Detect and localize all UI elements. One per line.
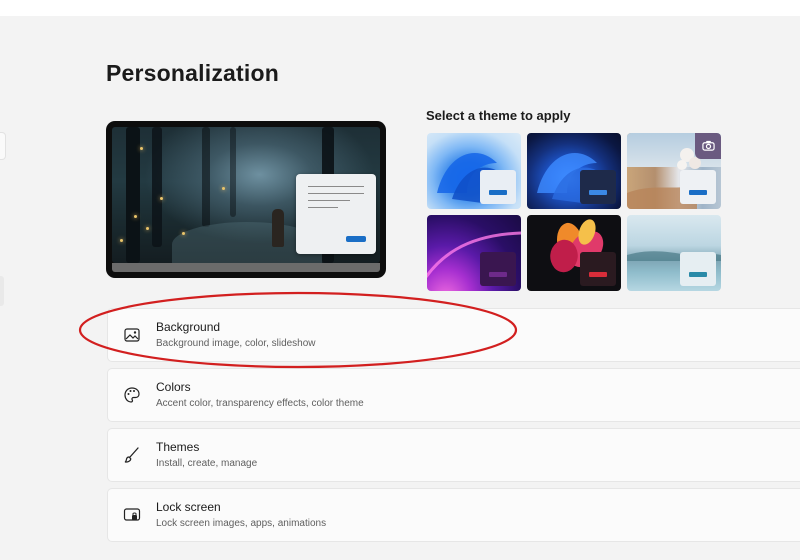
page-title: Personalization bbox=[106, 60, 279, 86]
camera-icon bbox=[702, 140, 715, 151]
wallpaper-preview-image bbox=[112, 127, 380, 263]
settings-item-title: Background bbox=[156, 320, 221, 334]
theme-mini-window bbox=[680, 252, 716, 286]
theme-mini-window bbox=[580, 252, 616, 286]
settings-item-description: Accent color, transparency effects, colo… bbox=[156, 398, 364, 409]
theme-tile-flow[interactable] bbox=[527, 215, 621, 291]
settings-item-background[interactable]: Background Background image, color, slid… bbox=[107, 308, 800, 362]
settings-item-description: Install, create, manage bbox=[156, 458, 258, 469]
theme-preview bbox=[106, 121, 386, 278]
theme-mini-window bbox=[580, 170, 616, 204]
palette-icon bbox=[124, 387, 140, 403]
theme-tile-glow[interactable] bbox=[427, 215, 521, 291]
preview-accent-button bbox=[346, 236, 366, 242]
theme-tile-sunrise-lake[interactable] bbox=[627, 215, 721, 291]
nav-selection-indicator bbox=[0, 276, 4, 306]
settings-item-themes[interactable]: Themes Install, create, manage bbox=[107, 428, 800, 482]
top-bar bbox=[0, 0, 800, 16]
settings-item-title: Themes bbox=[156, 440, 200, 454]
preview-window bbox=[296, 174, 376, 254]
settings-item-title: Colors bbox=[156, 380, 191, 394]
theme-section-label: Select a theme to apply bbox=[426, 108, 571, 123]
lock-screen-icon bbox=[123, 508, 141, 521]
theme-tile-captured-motion[interactable] bbox=[627, 133, 721, 209]
settings-item-description: Background image, color, slideshow bbox=[156, 338, 316, 349]
preview-taskbar bbox=[112, 263, 380, 272]
settings-item-title: Lock screen bbox=[156, 500, 221, 514]
theme-tile-windows-dark[interactable] bbox=[527, 133, 621, 209]
theme-grid bbox=[427, 133, 723, 293]
theme-mini-window bbox=[680, 170, 716, 204]
theme-mini-window bbox=[480, 252, 516, 286]
brush-icon bbox=[124, 447, 139, 463]
settings-item-lock-screen[interactable]: Lock screen Lock screen images, apps, an… bbox=[107, 488, 800, 542]
settings-item-colors[interactable]: Colors Accent color, transparency effect… bbox=[107, 368, 800, 422]
nav-pane-edge bbox=[0, 132, 6, 160]
theme-mini-window bbox=[480, 170, 516, 204]
settings-item-description: Lock screen images, apps, animations bbox=[156, 518, 327, 529]
image-icon bbox=[124, 328, 140, 342]
theme-tile-windows-light[interactable] bbox=[427, 133, 521, 209]
